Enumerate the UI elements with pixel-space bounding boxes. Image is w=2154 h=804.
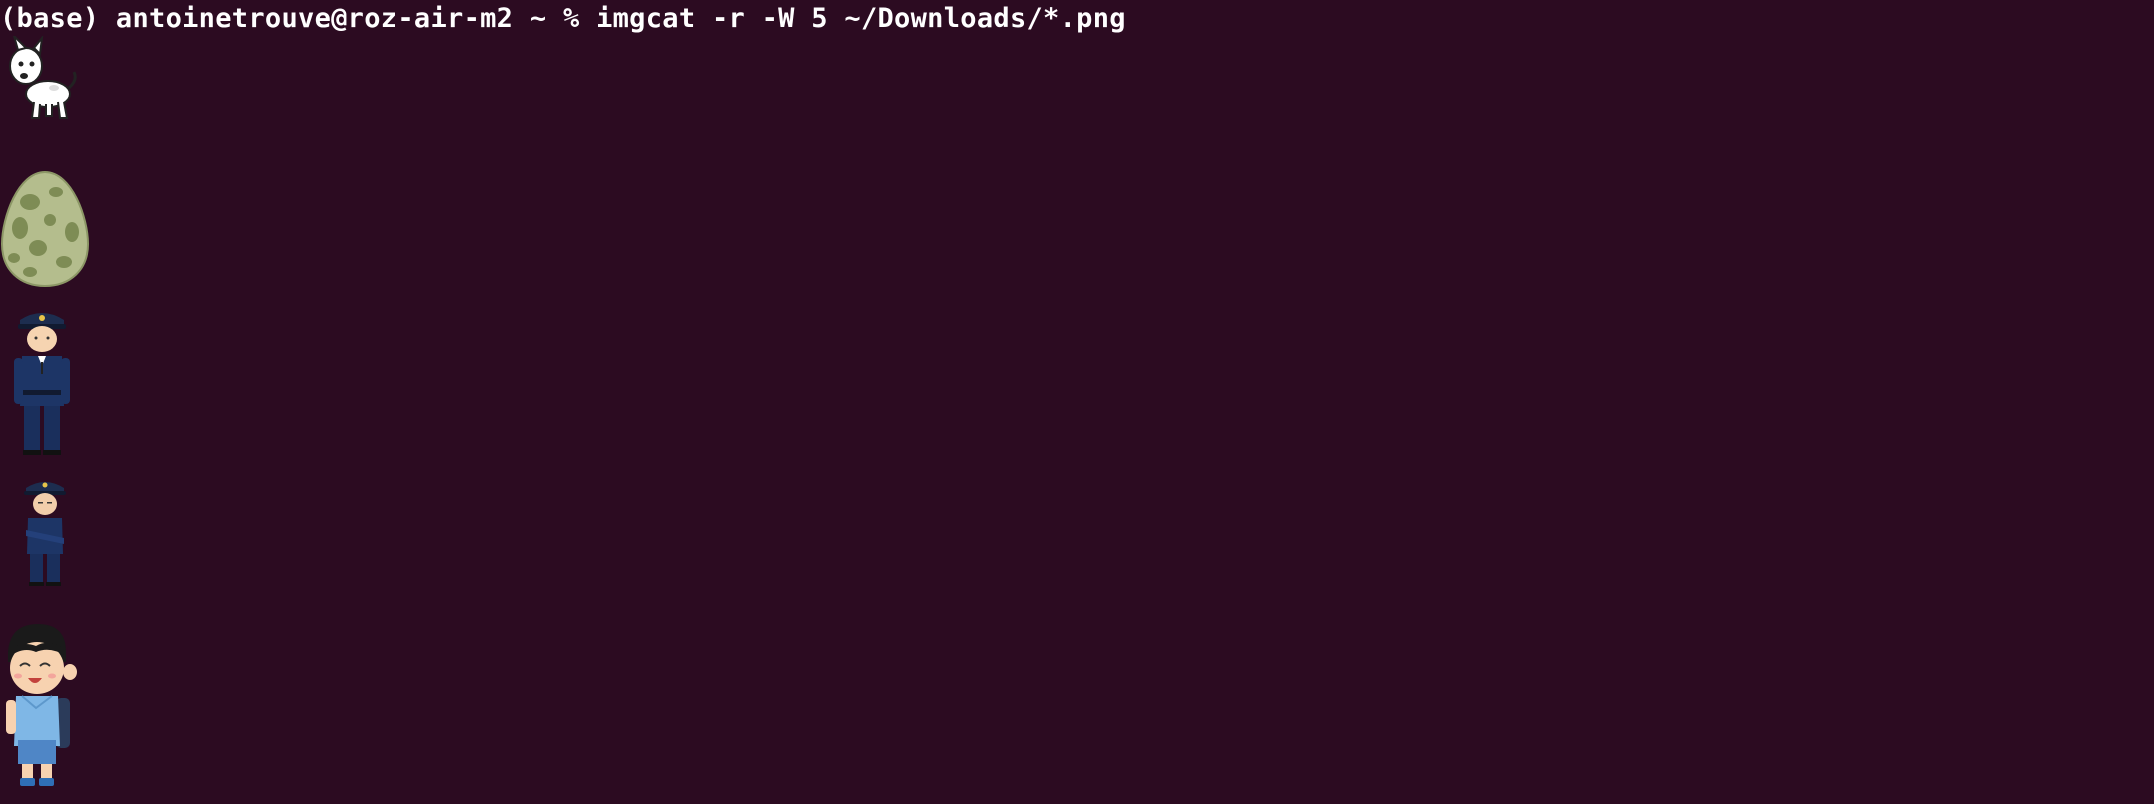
prompt-symbol: % bbox=[562, 3, 580, 34]
spotted-egg-icon bbox=[0, 170, 90, 288]
police-officer-arms-crossed-icon bbox=[24, 482, 66, 586]
schoolchild-icon bbox=[6, 624, 77, 786]
cartoon-dog-icon bbox=[9, 36, 77, 119]
egg-image bbox=[0, 170, 90, 288]
terminal-window[interactable]: (base) antoinetrouve@roz-air-m2 ~ % imgc… bbox=[0, 0, 2154, 804]
schoolchild-image bbox=[0, 622, 80, 788]
command-prompt-line: (base) antoinetrouve@roz-air-m2 ~ % imgc… bbox=[0, 2, 1126, 36]
police-officer-arms-crossed-image bbox=[20, 476, 70, 588]
police-officer-icon bbox=[14, 313, 70, 455]
cwd-label: ~ bbox=[529, 3, 547, 34]
police-officer-image bbox=[12, 306, 72, 456]
user-host-label: antoinetrouve@roz-air-m2 bbox=[115, 3, 514, 34]
conda-env-label: (base) bbox=[0, 3, 100, 34]
dog-image bbox=[6, 36, 78, 122]
command-text: imgcat -r -W 5 ~/Downloads/*.png bbox=[596, 3, 1126, 34]
